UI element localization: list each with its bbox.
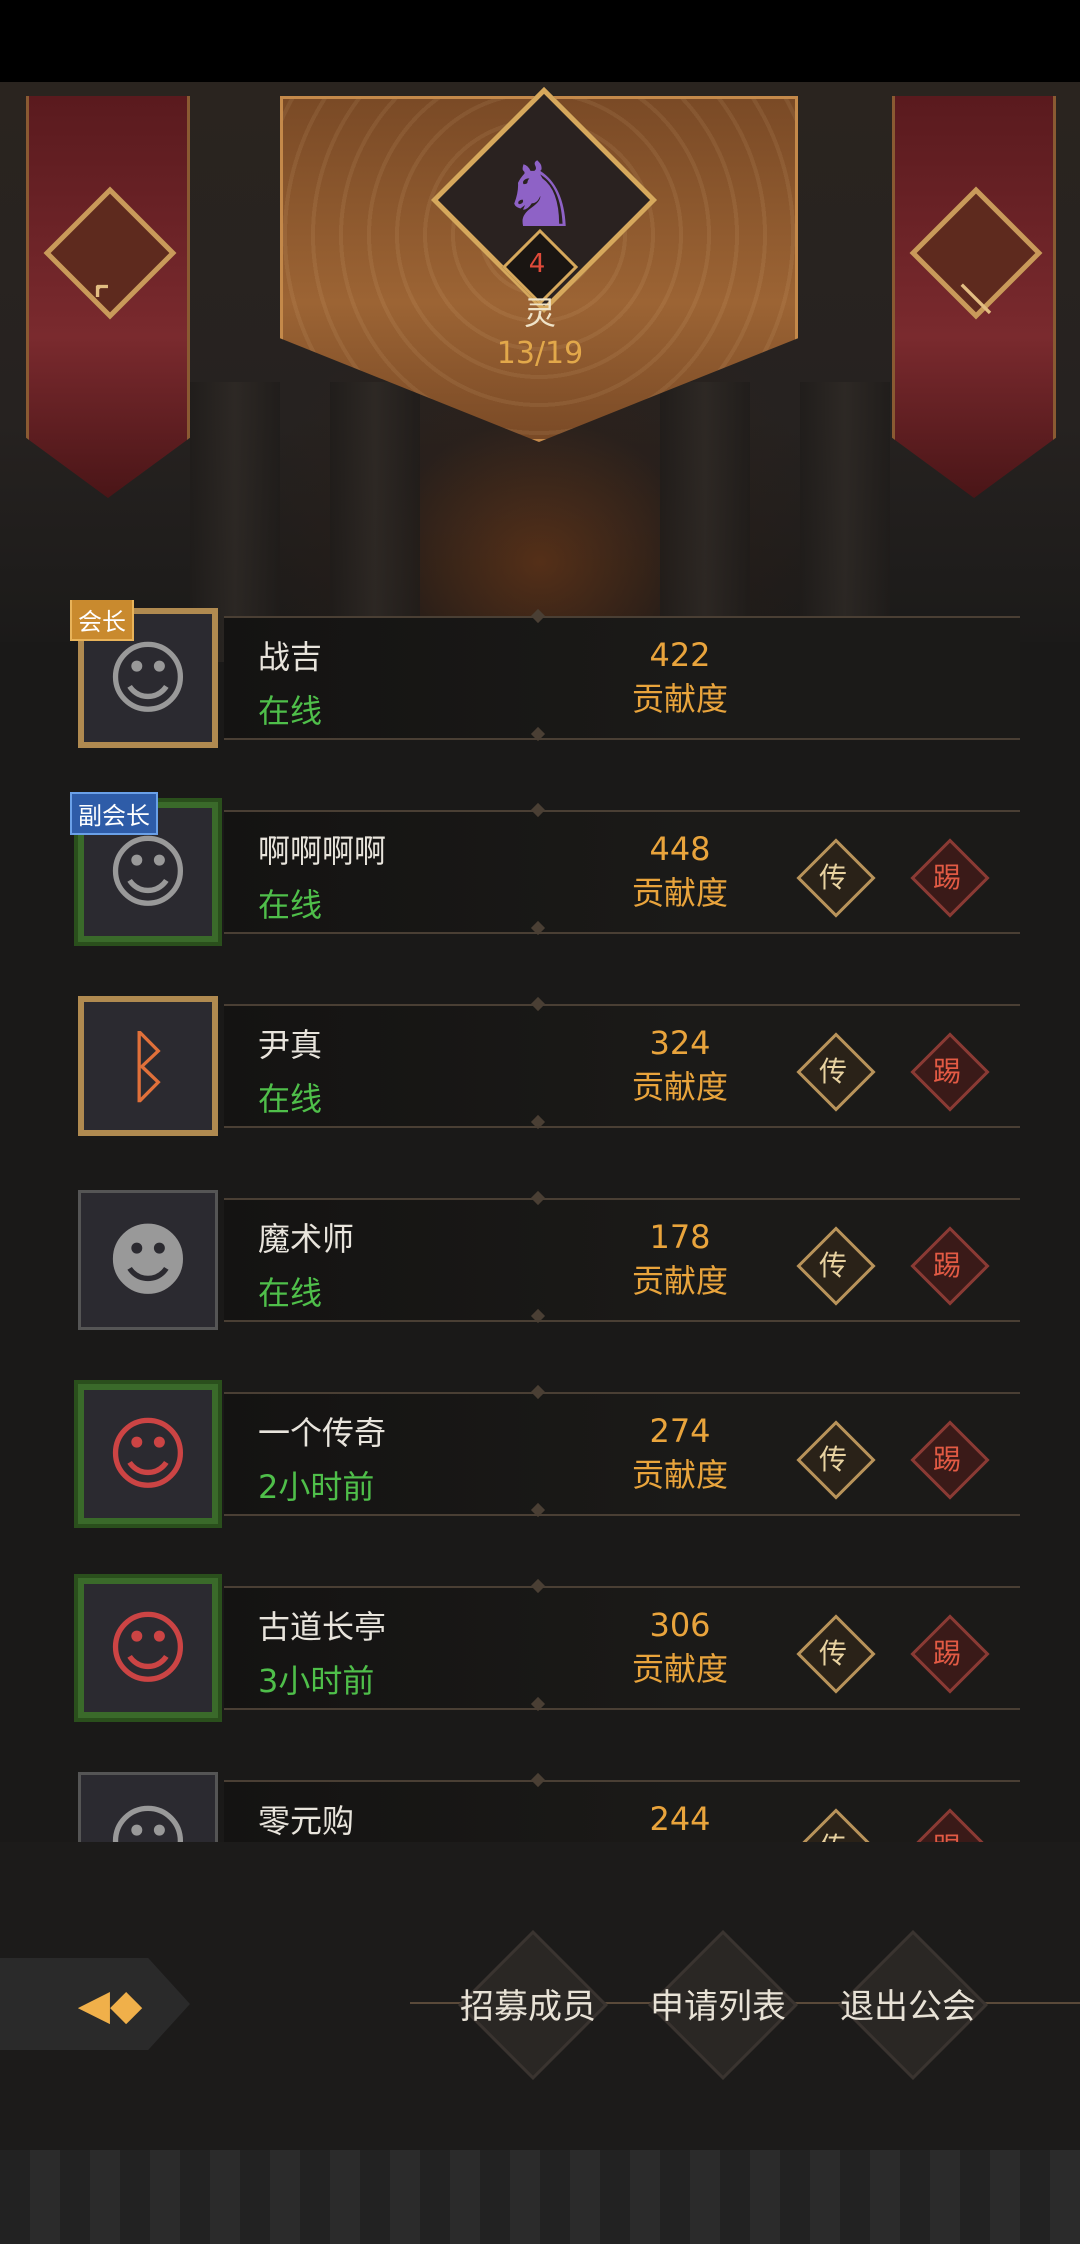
transfer-button[interactable]: 传	[805, 1818, 861, 1842]
status-bar	[0, 0, 1080, 82]
contribution-value: 324	[649, 1024, 711, 1062]
contribution-value: 422	[649, 636, 711, 674]
contribution-label: 贡献度	[631, 1650, 728, 1688]
transfer-button[interactable]: 传	[805, 1042, 861, 1098]
transfer-button[interactable]: 传	[805, 848, 861, 904]
contribution-value: 244	[649, 1800, 711, 1838]
member-row[interactable]: ☺ 零元购 244 传 踢	[70, 1764, 1020, 1842]
contribution-label: 贡献度	[631, 680, 728, 718]
application-list-button[interactable]: 申请列表	[628, 1956, 808, 2050]
role-badge: 会长	[70, 600, 134, 641]
contribution-label: 贡献度	[631, 1456, 728, 1494]
member-row[interactable]: ☺ 副会长 啊啊啊啊 在线 448 贡献度 传 踢	[70, 792, 1020, 942]
contribution-value: 178	[649, 1218, 711, 1256]
contribution-label: 贡献度	[631, 1262, 728, 1300]
member-row[interactable]: ☺ 会长 战吉 在线 422 贡献度	[70, 600, 1020, 748]
contribution-value: 448	[649, 830, 711, 868]
contribution-value: 306	[649, 1606, 711, 1644]
recruit-members-button[interactable]: 招募成员	[438, 1956, 618, 2050]
back-arrow-icon: ◀◆	[77, 1979, 143, 2029]
member-name: 一个传奇	[258, 1414, 387, 1452]
avatar[interactable]: ☻	[78, 1190, 218, 1330]
member-list[interactable]: ☺ 会长 战吉 在线 422 贡献度 ☺ 副会长 啊啊啊啊 在线 448 贡献度…	[0, 600, 1080, 1842]
member-row[interactable]: ☺ 古道长亭 3小时前 306 贡献度 传 踢	[70, 1570, 1020, 1718]
transfer-button[interactable]: 传	[805, 1624, 861, 1680]
right-banner: ❘	[892, 96, 1056, 498]
member-row[interactable]: ᛒ 尹真 在线 324 贡献度 传 踢	[70, 988, 1020, 1136]
kick-button[interactable]: 踢	[919, 1624, 975, 1680]
footer-ornament	[0, 2150, 1080, 2244]
role-badge: 副会长	[70, 792, 158, 835]
kick-button[interactable]: 踢	[919, 1042, 975, 1098]
member-status: 在线	[258, 692, 323, 730]
member-status: 在线	[258, 1080, 323, 1118]
kick-button[interactable]: 踢	[919, 1818, 975, 1842]
contribution-label: 贡献度	[631, 1068, 728, 1106]
member-name: 魔术师	[258, 1220, 355, 1258]
avatar[interactable]: ☺	[78, 1384, 218, 1524]
left-banner: ⌃	[26, 96, 190, 498]
member-name: 零元购	[258, 1802, 355, 1840]
leave-guild-button[interactable]: 退出公会	[818, 1956, 998, 2050]
member-name: 啊啊啊啊	[258, 832, 387, 870]
transfer-button[interactable]: 传	[805, 1236, 861, 1292]
guild-name: 灵	[523, 294, 556, 332]
avatar[interactable]: ☺	[78, 1772, 218, 1842]
member-row[interactable]: ☺ 一个传奇 2小时前 274 贡献度 传 踢	[70, 1376, 1020, 1524]
transfer-button[interactable]: 传	[805, 1430, 861, 1486]
kick-button[interactable]: 踢	[919, 1430, 975, 1486]
avatar[interactable]: ᛒ	[78, 996, 218, 1136]
member-name: 古道长亭	[258, 1608, 387, 1646]
member-status: 3小时前	[258, 1662, 375, 1700]
kick-button[interactable]: 踢	[919, 1236, 975, 1292]
kick-button[interactable]: 踢	[919, 848, 975, 904]
member-status: 2小时前	[258, 1468, 375, 1506]
member-status: 在线	[258, 886, 323, 924]
guild-member-count: 13/19	[496, 336, 584, 371]
member-status: 在线	[258, 1274, 323, 1312]
member-row[interactable]: ☻ 魔术师 在线 178 贡献度 传 踢	[70, 1182, 1020, 1330]
member-name: 战吉	[258, 638, 323, 676]
contribution-label: 贡献度	[631, 874, 728, 912]
contribution-value: 274	[649, 1412, 711, 1450]
guild-level: 4	[528, 249, 546, 279]
avatar[interactable]: ☺	[78, 1578, 218, 1718]
member-name: 尹真	[258, 1026, 323, 1064]
